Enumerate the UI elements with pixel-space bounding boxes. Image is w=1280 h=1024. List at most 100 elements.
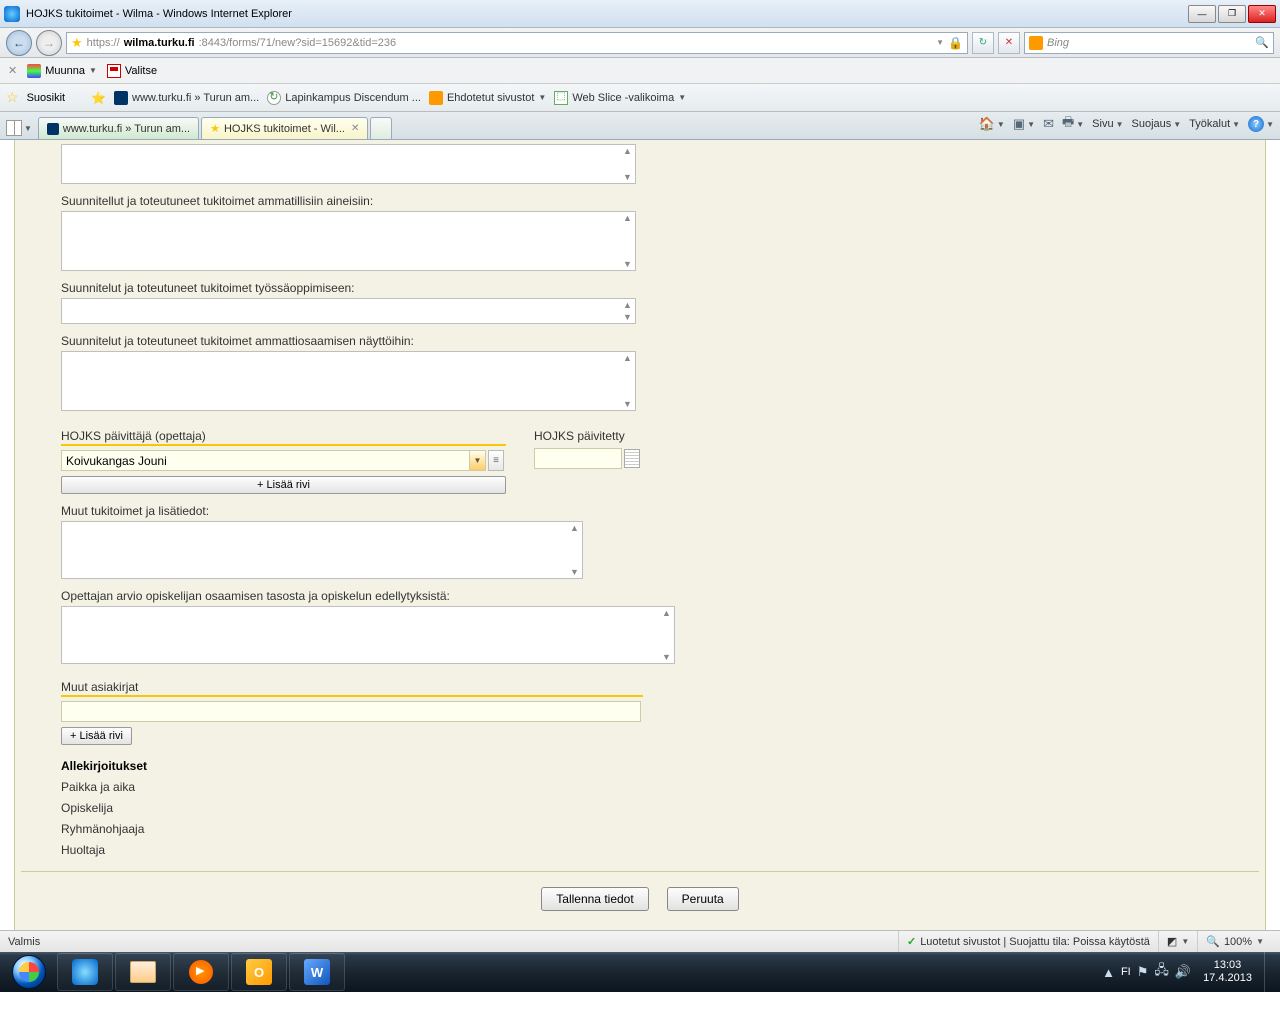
scroll-up-icon[interactable]: ▲ [623, 300, 632, 310]
scroll-down-icon[interactable]: ▼ [623, 172, 632, 182]
valitse-button[interactable]: Valitse [107, 64, 157, 78]
scroll-down-icon[interactable]: ▼ [623, 259, 632, 269]
paivitetty-date-input[interactable] [534, 448, 622, 469]
taskbar-outlook[interactable]: O [231, 953, 287, 991]
add-row-button[interactable]: + Lisää rivi [61, 476, 506, 494]
flag-icon[interactable]: ⚑ [1137, 964, 1149, 980]
page-menu[interactable]: Sivu▼ [1092, 118, 1123, 130]
tools-menu[interactable]: Työkalut▼ [1189, 118, 1240, 130]
taskbar-word[interactable]: W [289, 953, 345, 991]
scroll-up-icon[interactable]: ▲ [623, 353, 632, 363]
window-title: HOJKS tukitoimet - Wilma - Windows Inter… [26, 8, 1188, 20]
label-asiakirjat: Muut asiakirjat [61, 680, 643, 697]
scroll-up-icon[interactable]: ▲ [623, 146, 632, 156]
scroll-down-icon[interactable]: ▼ [623, 312, 632, 322]
favorite-star-icon[interactable]: ★ [71, 35, 83, 51]
url-dropdown-icon[interactable]: ▼ [936, 38, 944, 47]
taskbar: O W ▲ FI ⚑ 🖧 🔊 13:03 17.4.2013 [0, 952, 1280, 992]
label-paivittaja: HOJKS päivittäjä (opettaja) [61, 429, 506, 446]
back-button[interactable]: ← [6, 30, 32, 56]
taskbar-explorer[interactable] [115, 953, 171, 991]
tray-up-icon[interactable]: ▲ [1102, 965, 1115, 980]
print-button[interactable]: 🖶▼ [1062, 113, 1084, 135]
fav-webslice[interactable]: Web Slice -valikoima▼ [554, 91, 686, 105]
address-bar[interactable]: ★ https://wilma.turku.fi:8443/forms/71/n… [66, 32, 968, 54]
label-muuttuki: Muut tukitoimet ja lisätiedot: [61, 504, 1219, 518]
status-mode[interactable]: ◩▼ [1158, 931, 1197, 952]
outlook-icon: O [246, 959, 272, 985]
search-icon[interactable]: 🔍 [1255, 36, 1269, 49]
check-icon: ✓ [907, 935, 916, 948]
textarea-tyossa[interactable]: ▲▼ [61, 298, 636, 324]
forward-button[interactable]: → [36, 30, 62, 56]
taskbar-ie[interactable] [57, 953, 113, 991]
tab-hojks[interactable]: ★ HOJKS tukitoimet - Wil... ✕ [201, 117, 368, 139]
tray-lang[interactable]: FI [1121, 966, 1131, 978]
mail-button[interactable]: ✉ [1043, 116, 1054, 132]
taskbar-mediaplayer[interactable] [173, 953, 229, 991]
toolbar-close-icon[interactable]: ✕ [8, 64, 17, 77]
volume-icon[interactable]: 🔊 [1175, 964, 1191, 980]
textarea-ammatilliset[interactable]: ▲▼ [61, 211, 636, 271]
favorites-label[interactable]: Suosikit [27, 92, 66, 104]
taskbar-clock[interactable]: 13:03 17.4.2013 [1197, 959, 1258, 985]
add-row-button-2[interactable]: + Lisää rivi [61, 727, 132, 745]
add-favorite-icon[interactable]: ⭐ [91, 91, 106, 105]
scroll-up-icon[interactable]: ▲ [662, 608, 671, 618]
textarea-naytot[interactable]: ▲▼ [61, 351, 636, 411]
fav-lapinkampus[interactable]: Lapinkampus Discendum ... [267, 91, 421, 105]
cancel-button[interactable]: Peruuta [667, 887, 739, 911]
new-tab-button[interactable] [370, 117, 392, 139]
label-naytot: Suunnitelut ja toteutuneet tukitoimet am… [61, 334, 1219, 348]
webslice-icon [554, 91, 568, 105]
help-button[interactable]: ?▼ [1248, 116, 1274, 132]
textarea-prev[interactable]: ▲▼ [61, 144, 636, 184]
save-button[interactable]: Tallenna tiedot [541, 887, 648, 911]
label-arvio: Opettajan arvio opiskelijan osaamisen ta… [61, 589, 1219, 603]
paivittaja-input[interactable] [62, 454, 469, 468]
home-button[interactable]: 🏠▼ [979, 116, 1005, 132]
maximize-button[interactable]: ❐ [1218, 5, 1246, 23]
stop-button[interactable]: ✕ [998, 32, 1020, 54]
textarea-muuttuki[interactable]: ▲▼ [61, 521, 583, 579]
start-button[interactable] [2, 952, 56, 992]
tab-turku[interactable]: www.turku.fi » Turun am... [38, 117, 199, 139]
minimize-button[interactable]: — [1188, 5, 1216, 23]
form-footer: Tallenna tiedot Peruuta [15, 872, 1265, 917]
network-icon[interactable]: 🖧 [1154, 961, 1169, 983]
scroll-down-icon[interactable]: ▼ [623, 399, 632, 409]
asiakirjat-input[interactable] [61, 701, 641, 722]
quick-tabs-button[interactable]: ▼ [6, 120, 32, 139]
list-button[interactable]: ≡ [488, 450, 504, 471]
calendar-icon[interactable] [624, 449, 640, 468]
favorites-star-icon[interactable]: ☆ [6, 89, 19, 106]
safety-menu[interactable]: Suojaus▼ [1132, 118, 1182, 130]
turku-icon [114, 91, 128, 105]
search-box[interactable]: Bing 🔍 [1024, 32, 1274, 54]
muunna-button[interactable]: Muunna ▼ [27, 64, 97, 78]
fav-ehdotetut[interactable]: Ehdotetut sivustot▼ [429, 91, 546, 105]
scroll-down-icon[interactable]: ▼ [570, 567, 579, 577]
help-icon: ? [1248, 116, 1264, 132]
textarea-arvio[interactable]: ▲▼ [61, 606, 675, 664]
page-scroll[interactable]: ▲▼ Suunnitellut ja toteutuneet tukitoime… [0, 140, 1280, 930]
scroll-up-icon[interactable]: ▲ [570, 523, 579, 533]
status-zoom[interactable]: 🔍100%▼ [1197, 931, 1272, 952]
sig-paikka: Paikka ja aika [61, 780, 1219, 794]
tab-close-icon[interactable]: ✕ [351, 123, 359, 134]
status-security: ✓Luotetut sivustot | Suojattu tila: Pois… [898, 931, 1158, 952]
status-text: Valmis [8, 936, 898, 948]
scroll-down-icon[interactable]: ▼ [662, 652, 671, 662]
window-titlebar: HOJKS tukitoimet - Wilma - Windows Inter… [0, 0, 1280, 28]
fav-turku[interactable]: www.turku.fi » Turun am... [114, 91, 259, 105]
scroll-up-icon[interactable]: ▲ [623, 213, 632, 223]
dropdown-arrow-icon[interactable]: ▼ [469, 451, 485, 470]
chevron-down-icon: ▼ [538, 93, 546, 102]
show-desktop-button[interactable] [1264, 952, 1274, 992]
close-button[interactable]: ✕ [1248, 5, 1276, 23]
feeds-button[interactable]: ▣▼ [1013, 116, 1035, 132]
windows-orb-icon [12, 955, 46, 989]
content-area: ▲▼ Suunnitellut ja toteutuneet tukitoime… [0, 140, 1280, 930]
paivittaja-dropdown[interactable]: ▼ [61, 450, 486, 471]
refresh-button[interactable]: ↻ [972, 32, 994, 54]
